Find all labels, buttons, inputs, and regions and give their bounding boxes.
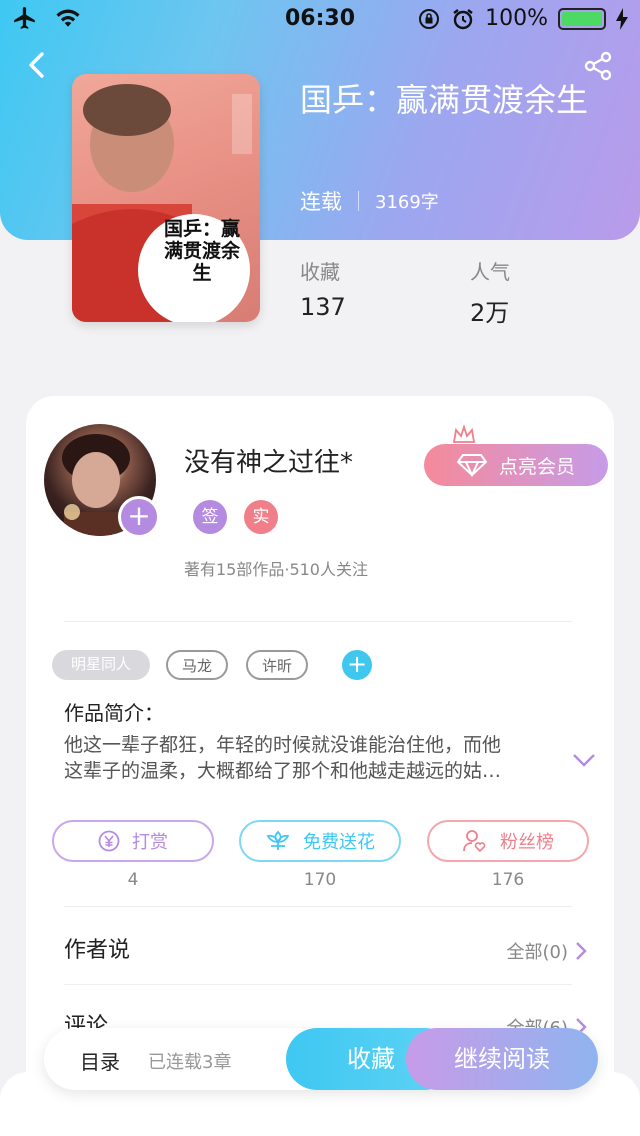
author-says-title: 作者说	[64, 938, 131, 963]
reward-button[interactable]: 打赏	[52, 820, 214, 862]
chapter-count: 已连载3章	[148, 1052, 232, 1073]
author-info: 著有15部作品·510人关注	[184, 560, 368, 579]
popularity-value: 2万	[470, 299, 510, 327]
crown-icon	[452, 424, 476, 443]
alarm-icon	[453, 8, 473, 29]
author-says-all-link[interactable]: 全部(0)	[507, 938, 589, 964]
cover-artwork	[72, 84, 252, 322]
user-heart-icon	[463, 830, 486, 853]
popularity-stat: 人气 2万	[470, 256, 510, 328]
rotation-lock-icon	[419, 8, 440, 29]
add-tag-button[interactable]: +	[342, 650, 372, 680]
continue-reading-button[interactable]: 继续阅读	[406, 1028, 598, 1090]
intro-line: 他这一辈子都狂，年轻的时候就没谁能治住他，而他	[64, 734, 502, 756]
vip-button[interactable]: 点亮会员	[424, 444, 608, 486]
fan-ranking-label: 粉丝榜	[500, 832, 554, 853]
intro-line: 这辈子的温柔，大概都给了那个和他越走越远的姑…	[64, 760, 502, 782]
intro-label: 作品简介：	[64, 701, 164, 725]
divider	[64, 621, 572, 622]
back-icon[interactable]	[22, 50, 52, 80]
follow-author-button[interactable]: +	[118, 496, 160, 538]
reward-count: 4	[127, 870, 139, 890]
meta-divider	[358, 191, 359, 211]
author-name[interactable]: 没有神之过往*	[184, 442, 353, 479]
collect-stat: 收藏 137	[300, 256, 346, 321]
yen-coin-icon	[98, 830, 120, 852]
cover-title: 国乒：赢满贯渡余生	[163, 218, 240, 284]
battery-percent: 100%	[485, 6, 548, 31]
collect-label: 收藏	[300, 260, 340, 284]
divider	[64, 984, 572, 985]
author-says-count: 全部(0)	[506, 942, 569, 963]
tag-item[interactable]: 许昕	[246, 650, 308, 680]
fan-ranking-button[interactable]: 粉丝榜	[427, 820, 589, 862]
bottom-action-bar: 目录 已连载3章 收藏 继续阅读	[44, 1028, 598, 1090]
toc-button[interactable]: 目录	[80, 1046, 120, 1075]
charging-icon	[616, 7, 628, 30]
collect-value: 137	[300, 293, 346, 321]
intro-text: 他这一辈子都狂，年轻的时候就没谁能治住他，而他 这辈子的温柔，大概都给了那个和他…	[64, 732, 564, 784]
serial-status: 连载	[300, 190, 342, 214]
vip-label: 点亮会员	[498, 455, 575, 478]
chevron-right-icon	[576, 942, 587, 960]
flower-icon	[266, 830, 290, 850]
book-title: 国乒：赢满贯渡余生	[300, 81, 589, 119]
status-bar: 06:30 100%	[0, 0, 640, 40]
chevron-down-icon[interactable]	[572, 752, 596, 768]
reward-label: 打赏	[132, 832, 168, 853]
book-cover[interactable]: 国乒：赢满贯渡余生	[72, 74, 260, 322]
send-flower-label: 免费送花	[303, 832, 375, 853]
signed-badge: 签	[193, 500, 227, 534]
diamond-icon	[456, 454, 487, 477]
flower-count: 170	[303, 870, 337, 890]
battery-icon	[558, 7, 606, 30]
popularity-label: 人气	[470, 260, 510, 284]
fan-ranking-count: 176	[491, 870, 525, 890]
verified-badge: 实	[244, 500, 278, 534]
book-meta: 连载 3169字	[300, 186, 439, 216]
send-flower-button[interactable]: 免费送花	[239, 820, 401, 862]
tag-item[interactable]: 马龙	[166, 650, 228, 680]
tag-category[interactable]: 明星同人	[52, 650, 150, 680]
word-count: 3169字	[375, 192, 439, 213]
divider	[64, 906, 572, 907]
